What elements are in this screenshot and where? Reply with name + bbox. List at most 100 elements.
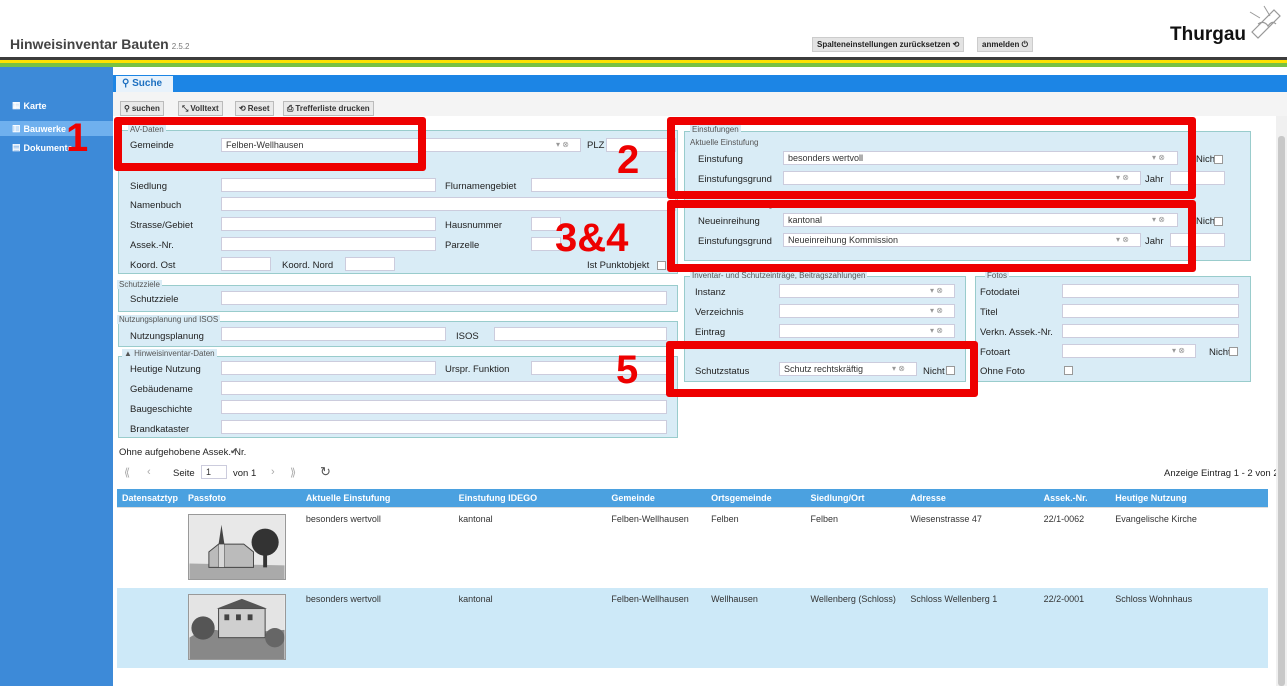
search-button[interactable]: ⚲ suchen — [120, 101, 164, 116]
col-einstufung-idego[interactable]: Einstufung IDEGO — [453, 489, 607, 507]
eintrag-select[interactable] — [779, 324, 955, 338]
col-aktuelle-einstufung[interactable]: Aktuelle Einstufung — [300, 489, 454, 507]
login-button[interactable]: anmelden ⏻ — [977, 37, 1033, 52]
col-gemeinde[interactable]: Gemeinde — [606, 489, 707, 507]
scrollbar-thumb[interactable] — [1278, 136, 1285, 686]
ohne-assek-label: Ohne aufgehobene Assek.-Nr. — [119, 447, 247, 458]
cell-assek-nr: 22/2-0001 — [1038, 587, 1111, 668]
fotoart-nicht-label: Nicht — [1209, 347, 1231, 358]
col-adresse[interactable]: Adresse — [905, 489, 1039, 507]
first-page-icon[interactable]: ⟪ — [124, 466, 130, 479]
annotation-number-1: 1 — [66, 116, 89, 160]
results-table: Datensatztyp Passfoto Aktuelle Einstufun… — [117, 489, 1268, 668]
result-summary: Anzeige Eintrag 1 - 2 von 2 — [1164, 468, 1279, 479]
instanz-select[interactable] — [779, 284, 955, 298]
col-siedlung-ort[interactable]: Siedlung/Ort — [805, 489, 906, 507]
verkn-assek-input[interactable] — [1062, 324, 1239, 338]
cell-einstufung-idego: kantonal — [453, 506, 607, 588]
app-title: Hinweisinventar Bauten 2.5.2 — [10, 36, 190, 52]
tab-suche[interactable]: ⚲ Suche — [116, 76, 173, 92]
refresh-icon[interactable]: ↻ — [320, 464, 331, 480]
cell-einstufung-idego: kantonal — [453, 587, 607, 668]
hausnummer-label: Hausnummer — [445, 220, 503, 231]
schutzziele-input[interactable] — [221, 291, 667, 305]
tab-bar — [113, 75, 1287, 92]
cell-datensatztyp — [117, 587, 184, 668]
cell-aktuelle-einstufung: besonders wertvoll — [300, 587, 454, 668]
heutige-nutzung-label: Heutige Nutzung — [130, 364, 201, 375]
ohne-foto-checkbox[interactable] — [1064, 366, 1073, 375]
baugeschichte-input[interactable] — [221, 400, 667, 414]
fotodatei-input[interactable] — [1062, 284, 1239, 298]
expand-icon: ⤡ — [182, 103, 189, 113]
sidebar-item-dokumente[interactable]: ▤ Dokumente — [12, 142, 73, 153]
dropdown-arrow-icon[interactable]: ▾ ⊗ — [930, 286, 943, 295]
siedlung-input[interactable] — [221, 178, 436, 192]
table-row[interactable]: besonders wertvoll kantonal Felben-Wellh… — [117, 506, 1268, 588]
brandkataster-input[interactable] — [221, 420, 667, 434]
inventar-legend: Inventar- und Schutzeinträge, Beitragsza… — [690, 271, 868, 280]
titel-input[interactable] — [1062, 304, 1239, 318]
prev-page-icon[interactable]: ‹ — [147, 466, 151, 478]
col-ortsgemeinde[interactable]: Ortsgemeinde — [706, 489, 806, 507]
nutzungsplanung-input[interactable] — [221, 327, 446, 341]
printer-icon: ⎙ — [287, 103, 294, 113]
cell-datensatztyp — [117, 506, 184, 588]
table-header-row: Datensatztyp Passfoto Aktuelle Einstufun… — [117, 489, 1268, 507]
reset-columns-button[interactable]: Spalteneinstellungen zurücksetzen ⟲ — [812, 37, 965, 52]
heutige-nutzung-input[interactable] — [221, 361, 436, 375]
cell-adresse: Wiesenstrasse 47 — [905, 506, 1039, 588]
next-page-icon[interactable]: › — [271, 466, 275, 478]
col-datensatztyp[interactable]: Datensatztyp — [117, 489, 184, 507]
isos-input[interactable] — [494, 327, 667, 341]
neueinreihung-nicht-checkbox[interactable] — [1214, 217, 1223, 226]
dropdown-arrow-icon[interactable]: ▾ ⊗ — [1172, 346, 1185, 355]
undo-icon: ⟲ — [239, 104, 246, 113]
table-row[interactable]: besonders wertvoll kantonal Felben-Wellh… — [117, 587, 1268, 668]
verzeichnis-select[interactable] — [779, 304, 955, 318]
map-icon: ▦ — [12, 100, 21, 110]
punktobjekt-checkbox[interactable] — [657, 261, 666, 270]
reset-button[interactable]: ⟲ Reset — [235, 101, 274, 116]
cell-assek-nr: 22/1-0062 — [1038, 506, 1111, 588]
assek-label: Assek.-Nr. — [130, 240, 174, 251]
fulltext-button[interactable]: ⤡ Volltext — [178, 101, 223, 116]
koord-ost-input[interactable] — [221, 257, 271, 271]
hinweis-legend: ▲ Hinweisinventar-Daten — [122, 349, 217, 358]
highlight-box-1 — [114, 117, 426, 171]
col-heutige-nutzung[interactable]: Heutige Nutzung — [1110, 489, 1268, 507]
dropdown-arrow-icon[interactable]: ▾ ⊗ — [930, 326, 943, 335]
flurnamengebiet-label: Flurnamengebiet — [445, 181, 517, 192]
print-results-button[interactable]: ⎙ Trefferliste drucken — [283, 101, 374, 116]
schutzziele-label: Schutzziele — [130, 294, 179, 305]
strasse-input[interactable] — [221, 217, 436, 231]
fotoart-nicht-checkbox[interactable] — [1229, 347, 1238, 356]
siedlung-label: Siedlung — [130, 181, 167, 192]
parzelle-label: Parzelle — [445, 240, 480, 251]
urspr-funktion-input[interactable] — [531, 361, 667, 375]
dropdown-arrow-icon[interactable]: ▾ ⊗ — [556, 140, 569, 149]
plz-label: PLZ — [587, 140, 605, 151]
dropdown-arrow-icon[interactable]: ▾ ⊗ — [930, 306, 943, 315]
page-input[interactable]: 1 — [201, 465, 227, 479]
ohne-assek-checkbox[interactable]: ✔ — [230, 446, 238, 457]
koord-nord-input[interactable] — [345, 257, 395, 271]
last-page-icon[interactable]: ⟫ — [290, 466, 296, 479]
gebaeudename-label: Gebäudename — [130, 384, 193, 395]
sidebar-item-karte[interactable]: ▦ Karte — [12, 100, 47, 111]
app-version: 2.5.2 — [171, 42, 190, 51]
punktobjekt-label: Ist Punktobjekt — [587, 260, 650, 271]
assek-input[interactable] — [221, 237, 436, 251]
col-assek-nr[interactable]: Assek.-Nr. — [1038, 489, 1111, 507]
namenbuch-input[interactable] — [221, 197, 676, 211]
nutzung-legend: Nutzungsplanung und ISOS — [117, 315, 221, 324]
gebaeudename-input[interactable] — [221, 381, 667, 395]
cell-passfoto — [183, 587, 301, 668]
col-passfoto[interactable]: Passfoto — [183, 489, 301, 507]
koord-nord-label: Koord. Nord — [282, 260, 334, 271]
sidebar-item-bauwerke[interactable]: ▥ Bauwerke — [0, 121, 113, 136]
einstufung-nicht-checkbox[interactable] — [1214, 155, 1223, 164]
ohne-foto-label: Ohne Foto — [980, 366, 1025, 377]
power-icon: ⏻ — [1021, 40, 1028, 49]
flurnamengebiet-input[interactable] — [531, 178, 676, 192]
